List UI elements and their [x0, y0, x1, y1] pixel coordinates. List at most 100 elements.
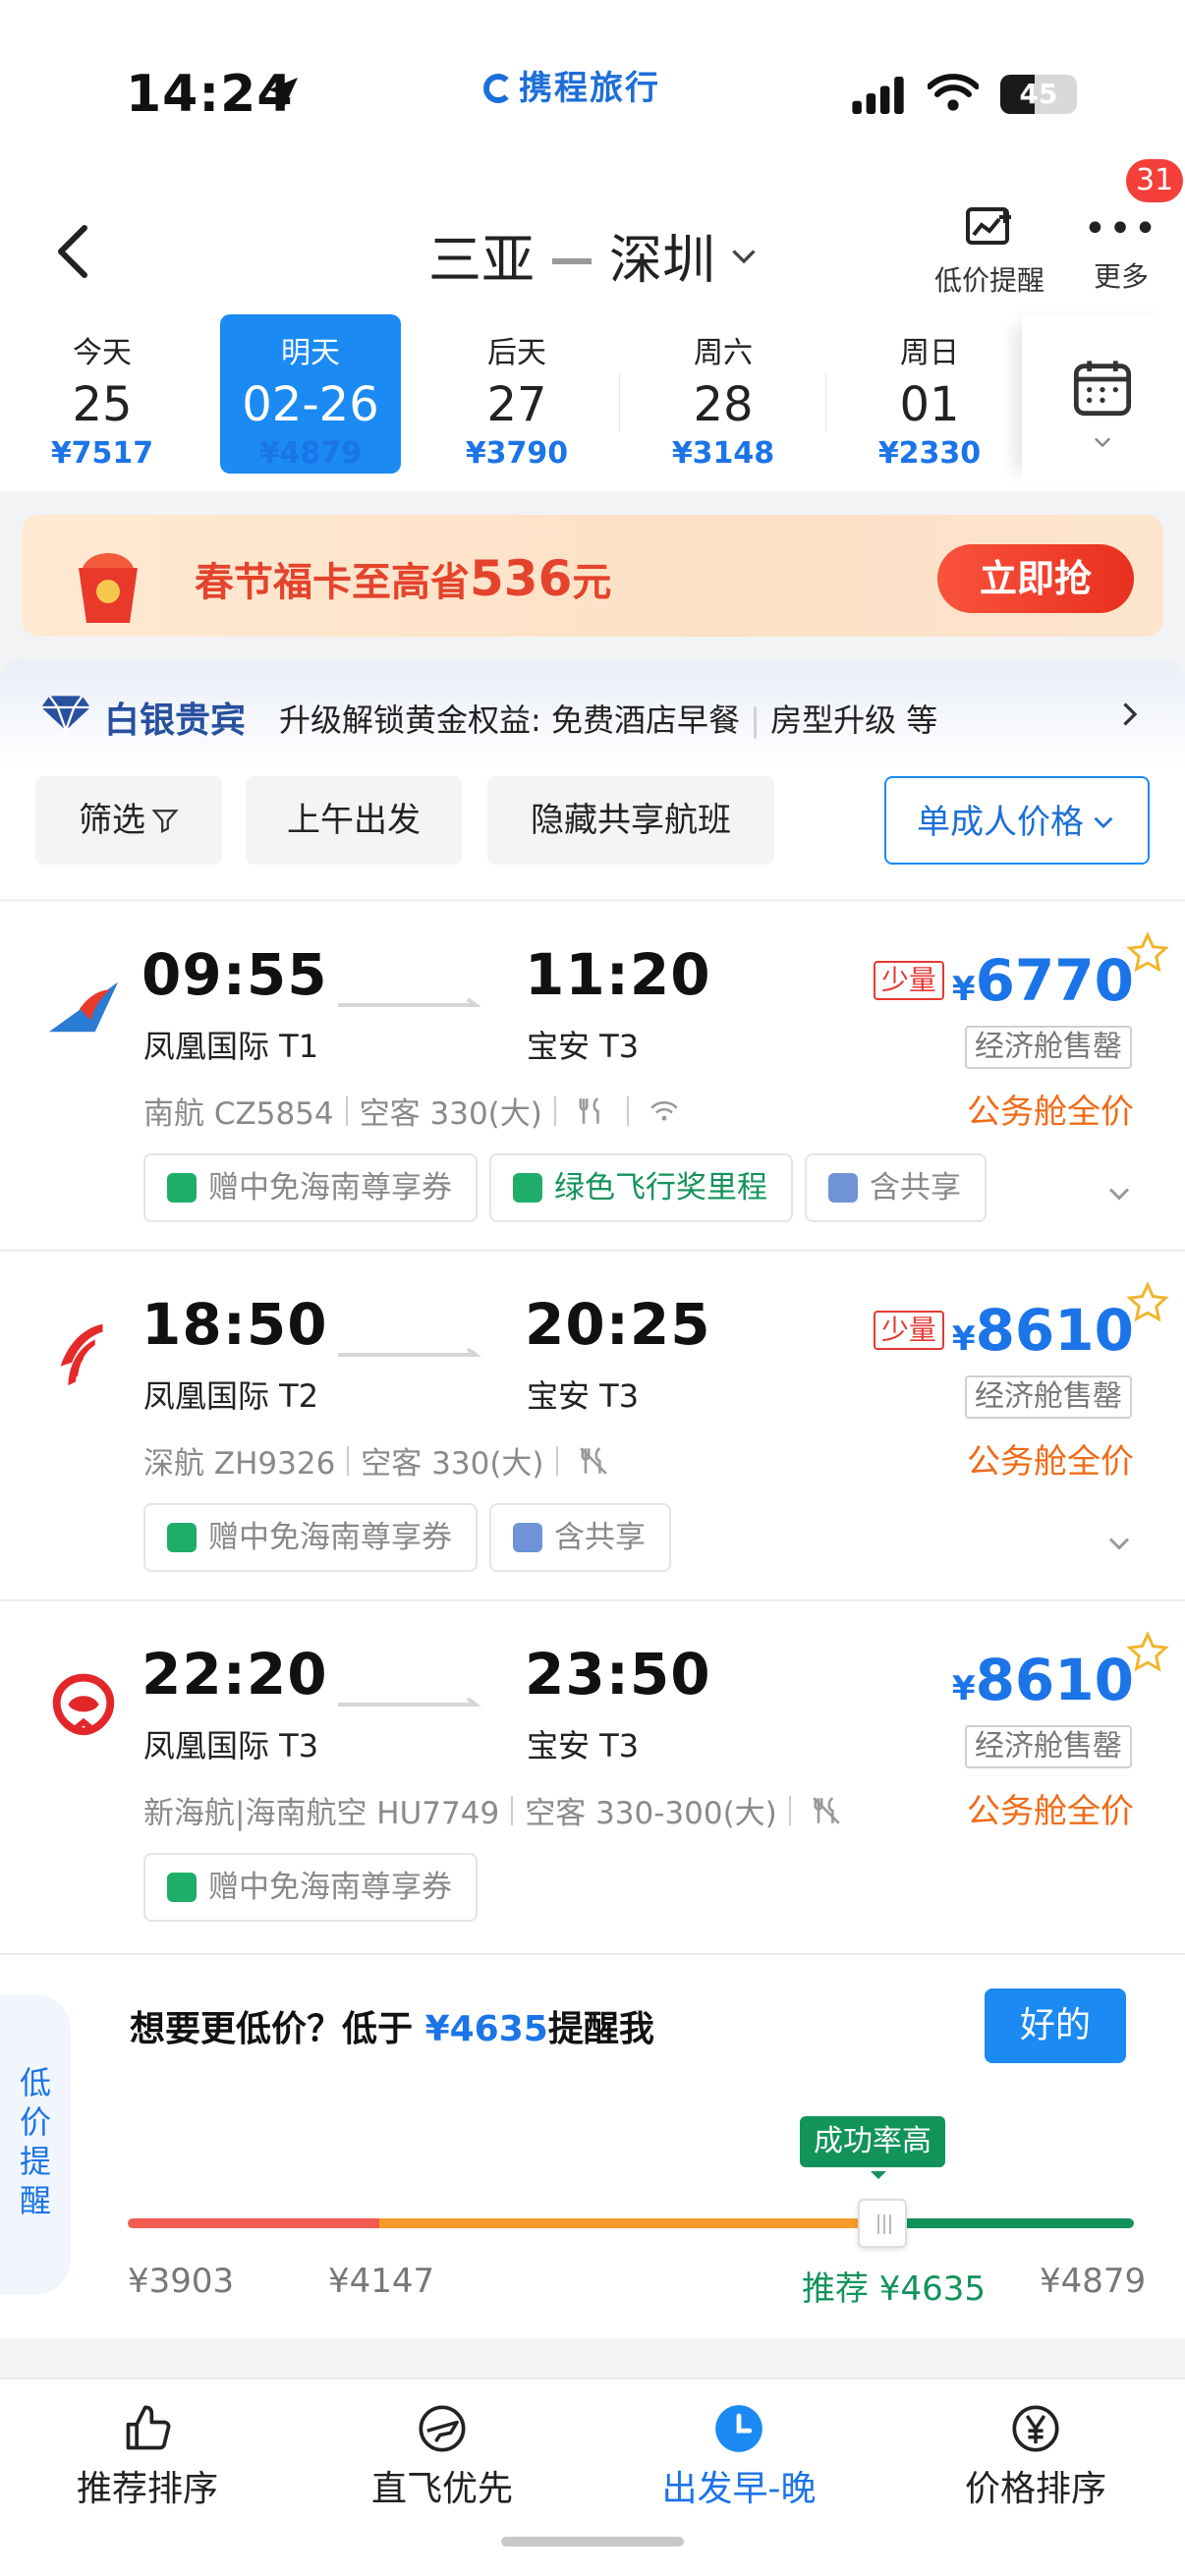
no-meal-icon	[813, 1796, 840, 1824]
flight-card[interactable]: 18:50 20:25 凤凰国际 T2 宝安 T3 深航 ZH9326 空客 33…	[0, 1252, 1185, 1601]
confirm-alert-button[interactable]: 好的	[985, 1988, 1126, 2063]
date-item[interactable]: 后天 27 ¥3790	[426, 314, 607, 474]
arrival-airport: 宝安 T3	[527, 1028, 640, 1065]
chevron-down-icon	[1094, 437, 1111, 448]
flight-price: ¥6770	[951, 947, 1134, 1014]
china-southern-logo	[48, 981, 119, 1033]
chart-alert-icon	[966, 207, 1011, 245]
promo-banner[interactable]: 春节福卡至高省536元 立即抢	[22, 515, 1163, 637]
price-slider-track[interactable]	[128, 2218, 1134, 2228]
cabin-status: 经济舱售罄	[965, 1375, 1132, 1419]
sort-departure-time[interactable]: 出发早-晚	[621, 2403, 857, 2511]
departure-airport: 凤凰国际 T1	[143, 1028, 319, 1065]
funnel-icon	[151, 810, 179, 834]
price-alert-side-tab[interactable]: 低价提醒	[0, 1994, 71, 2295]
flight-card[interactable]: 09:55 11:20 凤凰国际 T1 宝安 T3 南航 CZ5854 空客 33…	[0, 902, 1185, 1252]
route-arrow-icon	[552, 257, 592, 264]
slider-tick: ¥4147	[328, 2262, 435, 2301]
date-item[interactable]: 周六 28 ¥3148	[633, 314, 814, 474]
arrival-airport: 宝安 T3	[527, 1377, 640, 1415]
flight-arrow-icon	[338, 1347, 481, 1357]
departure-time: 18:50	[141, 1291, 328, 1358]
chevron-down-icon[interactable]	[1104, 1179, 1134, 1208]
price-slider-handle[interactable]	[858, 2199, 907, 2248]
price-group: ¥8610	[952, 1647, 1134, 1713]
price-alert-button[interactable]: 低价提醒	[928, 204, 1051, 299]
flight-price: ¥8610	[951, 1647, 1134, 1713]
more-button[interactable]: ••• 更多	[1077, 204, 1165, 295]
date-item[interactable]: 周日 01 ¥2330	[839, 314, 1020, 474]
sort-recommended[interactable]: 推荐排序	[29, 2403, 265, 2511]
signal-icon	[852, 77, 904, 114]
tag-list: 赠中免海南尊享券 绿色飞行奖里程 含共享	[143, 1153, 998, 1222]
hide-shared-chip[interactable]: 隐藏共享航班	[487, 776, 774, 865]
filter-bar: 筛选 上午出发 隐藏共享航班 单成人价格	[0, 768, 1185, 900]
success-rate-tooltip: 成功率高	[800, 2116, 945, 2179]
cabin-status: 经济舱售罄	[965, 1725, 1132, 1768]
leaf-icon	[513, 1173, 542, 1203]
fare-type: 公务舱全价	[967, 1442, 1134, 1482]
departure-time: 09:55	[141, 941, 328, 1008]
chevron-down-icon	[732, 249, 756, 263]
price-alert-question: 想要更低价？低于 ¥4635提醒我	[130, 2009, 654, 2049]
tag-codeshare: 含共享	[805, 1153, 987, 1222]
tag-green-miles: 绿色飞行奖里程	[489, 1153, 793, 1222]
yen-circle-icon	[1012, 2405, 1059, 2452]
date-item[interactable]: 今天 25 ¥7517	[12, 314, 193, 474]
tag-coupon: 赠中免海南尊享券	[143, 1153, 478, 1222]
flight-arrow-icon	[338, 1697, 481, 1707]
filter-button[interactable]: 筛选	[35, 776, 222, 865]
calendar-button[interactable]	[1022, 314, 1185, 481]
arrival-time: 23:50	[525, 1641, 711, 1708]
tag-codeshare: 含共享	[489, 1503, 671, 1572]
member-level: 白银贵宾	[104, 700, 247, 741]
chevron-down-icon	[1094, 816, 1113, 829]
gift-icon	[167, 1523, 197, 1552]
gift-icon	[167, 1873, 197, 1902]
price-mode-dropdown[interactable]: 单成人价格	[884, 776, 1150, 865]
price-group: 少量 ¥6770	[873, 947, 1134, 1014]
sort-direct-first[interactable]: 直飞优先	[324, 2403, 560, 2511]
price-group: 少量 ¥8610	[873, 1297, 1134, 1364]
back-icon[interactable]	[53, 222, 92, 281]
morning-departure-chip[interactable]: 上午出发	[246, 776, 462, 865]
battery-indicator: 45	[1000, 75, 1077, 114]
cabin-status: 经济舱售罄	[965, 1026, 1132, 1069]
divider	[619, 373, 620, 432]
sort-price[interactable]: 价格排序	[918, 2403, 1154, 2511]
plane-circle-icon	[419, 2405, 466, 2452]
arrival-airport: 宝安 T3	[527, 1727, 640, 1764]
tag-coupon: 赠中免海南尊享券	[143, 1503, 478, 1572]
clock-icon	[715, 2405, 762, 2452]
brand-logo: 携程旅行	[483, 61, 660, 109]
slider-segment-mid	[379, 2218, 882, 2228]
calendar-icon	[1073, 361, 1132, 417]
tag-list: 赠中免海南尊享券	[143, 1853, 489, 1922]
route-selector[interactable]: 三亚 深圳	[428, 216, 759, 294]
grab-button[interactable]: 立即抢	[937, 544, 1134, 613]
slider-segment-high	[882, 2218, 1134, 2228]
slider-tick: ¥3903	[128, 2262, 235, 2301]
hainan-airlines-logo	[52, 1673, 115, 1736]
date-strip: 今天 25 ¥7517 明天 02-26 ¥4879 后天 27 ¥3790 周…	[0, 314, 1185, 491]
plane-icon	[828, 1173, 858, 1203]
thumbs-up-icon	[126, 2405, 171, 2450]
home-indicator	[501, 2537, 684, 2547]
promo-text: 春节福卡至高省536元	[195, 550, 612, 607]
departure-airport: 凤凰国际 T2	[143, 1377, 319, 1415]
flight-arrow-icon	[338, 997, 481, 1007]
flight-info: 新海航|海南航空 HU7749 空客 330-300(大)	[143, 1788, 850, 1832]
no-meal-icon	[579, 1446, 607, 1475]
fare-type: 公务舱全价	[967, 1092, 1134, 1132]
date-item-selected[interactable]: 明天 02-26 ¥4879	[220, 314, 401, 474]
flight-card[interactable]: 22:20 23:50 凤凰国际 T3 宝安 T3 新海航|海南航空 HU774…	[0, 1601, 1185, 1955]
more-dots-icon: •••	[1083, 206, 1159, 252]
arrival-time: 11:20	[525, 941, 711, 1008]
member-bar[interactable]: 白银贵宾 升级解锁黄金权益: 免费酒店早餐 | 房型升级 等	[0, 660, 1185, 768]
limited-badge: 少量	[873, 1311, 944, 1350]
slider-segment-low	[128, 2218, 379, 2228]
member-benefits: 升级解锁黄金权益: 免费酒店早餐 | 房型升级 等	[279, 701, 938, 739]
limited-badge: 少量	[873, 961, 944, 1000]
chevron-down-icon[interactable]	[1104, 1529, 1134, 1558]
arrival-time: 20:25	[525, 1291, 711, 1358]
